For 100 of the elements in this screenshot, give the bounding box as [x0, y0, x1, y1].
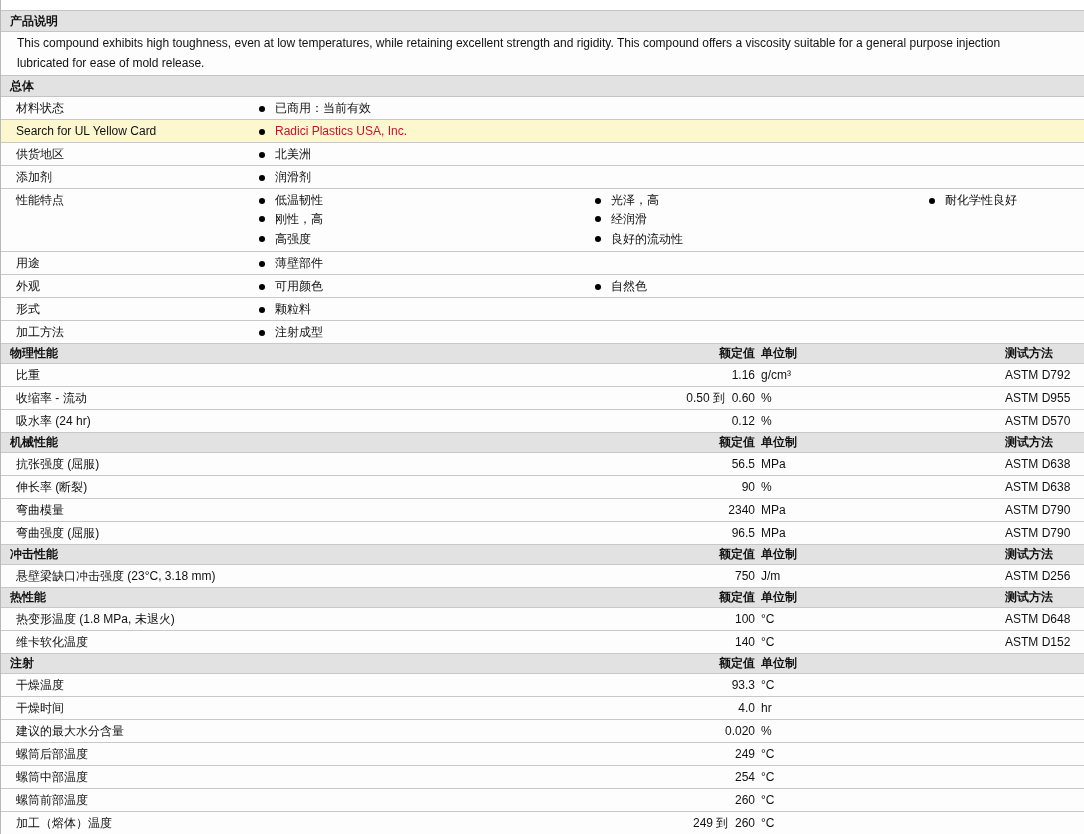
- bullet-icon: [595, 236, 601, 242]
- company-link[interactable]: Radici Plastics USA, Inc.: [275, 123, 408, 140]
- property-label: 用途: [15, 255, 41, 272]
- unit-cell-text: °C: [760, 793, 776, 807]
- column-header: 单位制: [760, 655, 798, 672]
- property-name: 螺筒中部温度: [15, 768, 89, 786]
- property-label: 形式: [15, 301, 41, 318]
- unit-cell-text: MPa: [760, 457, 787, 471]
- column-header: 额定值: [718, 589, 755, 606]
- unit-cell-text: °C: [760, 770, 776, 784]
- column-header: 单位制: [760, 345, 798, 362]
- value-cell-text: 2340: [727, 503, 755, 517]
- bullet-icon: [259, 151, 265, 158]
- description-text: lubricated for ease of mold release.: [17, 55, 206, 72]
- value-cell-text: 260: [733, 793, 755, 807]
- bullet-icon: [595, 216, 601, 222]
- section-title: 产品说明: [10, 12, 58, 30]
- bullet-icon: [595, 197, 601, 204]
- test-method-cell-text: ASTM D790: [1005, 503, 1072, 517]
- property-value: 低温韧性: [275, 192, 323, 209]
- property-name: 干燥时间: [15, 699, 65, 717]
- section-title: 热性能: [9, 589, 47, 606]
- test-method-cell-text: ASTM D638: [1005, 480, 1072, 494]
- column-header: 额定值: [718, 434, 755, 451]
- value-cell-text: 750: [733, 569, 755, 583]
- property-name: 吸水率 (24 hr): [15, 412, 92, 430]
- section-title: 总体: [10, 77, 34, 95]
- property-name: 悬壁梁缺口冲击强度 (23°C, 3.18 mm): [15, 567, 217, 585]
- property-name: 弯曲强度 (屈服): [15, 524, 101, 542]
- value-cell-text: 96.5: [730, 526, 755, 540]
- property-value: 颗粒料: [275, 301, 311, 318]
- bullet-icon: [595, 283, 601, 290]
- property-name: 抗张强度 (屈服): [15, 455, 101, 473]
- property-name: 伸长率 (断裂): [15, 478, 89, 496]
- property-value: 北美洲: [275, 146, 311, 163]
- bullet-icon: [259, 329, 265, 336]
- test-method-cell-text: ASTM D790: [1005, 526, 1072, 540]
- test-method-cell-text: ASTM D570: [1005, 414, 1072, 428]
- value-cell-text: 249 到 260: [691, 814, 755, 832]
- unit-cell-text: °C: [760, 816, 776, 830]
- property-name: 螺筒前部温度: [15, 791, 89, 809]
- unit-cell-text: hr: [760, 701, 773, 715]
- bullet-icon: [929, 197, 935, 204]
- property-value: 光泽，高: [611, 192, 659, 209]
- property-value: 高强度: [275, 231, 311, 248]
- bullet-icon: [259, 216, 265, 222]
- property-value: 良好的流动性: [611, 231, 683, 248]
- test-method-cell-text: ASTM D256: [1005, 569, 1072, 583]
- test-method-cell-text: ASTM D638: [1005, 457, 1072, 471]
- bullet-icon: [259, 174, 265, 181]
- property-value: 注射成型: [275, 324, 323, 341]
- property-name: 收缩率 - 流动: [15, 389, 88, 407]
- unit-cell-text: °C: [760, 747, 776, 761]
- section-title: 注射: [9, 655, 35, 672]
- property-name: 维卡软化温度: [15, 633, 89, 651]
- value-cell-text: 0.020: [723, 724, 755, 738]
- property-label: 性能特点: [15, 192, 65, 209]
- value-cell-text: 254: [733, 770, 755, 784]
- property-label: 添加剂: [15, 169, 53, 186]
- column-header: 额定值: [718, 345, 755, 362]
- property-value: 润滑剂: [275, 169, 311, 186]
- description-text: This compound exhibits high toughness, even at low temperatures, while retaining excellent strength and rigidity. This compound offers a viscosity suitable for a general purpose injection: [17, 35, 1002, 52]
- unit-cell-text: J/m: [760, 569, 782, 583]
- test-method-cell-text: ASTM D955: [1005, 391, 1072, 405]
- value-cell-text: 90: [740, 480, 755, 494]
- unit-cell-text: %: [760, 414, 773, 428]
- property-value: 可用颜色: [275, 278, 323, 295]
- test-method-cell-text: ASTM D152: [1005, 635, 1072, 649]
- value-cell-text: 0.50 到 0.60: [685, 389, 755, 407]
- column-header: 单位制: [760, 589, 798, 606]
- column-header: 额定值: [718, 655, 755, 672]
- property-value: 薄壁部件: [275, 255, 323, 272]
- column-header: 测试方法: [1005, 546, 1054, 563]
- unit-cell-text: °C: [760, 678, 776, 692]
- column-header: 测试方法: [1005, 345, 1054, 362]
- unit-cell-text: MPa: [760, 526, 787, 540]
- unit-cell-text: °C: [760, 612, 776, 626]
- column-header: 单位制: [760, 434, 798, 451]
- property-value: 刚性，高: [275, 211, 323, 228]
- value-cell-text: 93.3: [730, 678, 755, 692]
- property-name: 干燥温度: [15, 676, 65, 694]
- column-header: 额定值: [718, 546, 755, 563]
- value-cell-text: 56.5: [730, 457, 755, 471]
- bullet-icon: [259, 236, 265, 242]
- section-title: 冲击性能: [9, 546, 59, 563]
- property-label: 材料状态: [15, 100, 65, 117]
- property-label: Search for UL Yellow Card: [15, 123, 158, 140]
- value-cell-text: 249: [733, 747, 755, 761]
- property-label: 外观: [15, 278, 41, 295]
- test-method-cell-text: ASTM D648: [1005, 612, 1072, 626]
- property-name: 比重: [15, 366, 41, 384]
- value-cell-text: 140: [733, 635, 755, 649]
- value-cell-text: 4.0: [737, 701, 755, 715]
- column-header: 单位制: [760, 546, 798, 563]
- value-cell-text: 0.12: [730, 414, 755, 428]
- property-value: 已商用：当前有效: [275, 100, 371, 117]
- value-cell-text: 1.16: [730, 368, 755, 382]
- unit-cell-text: g/cm³: [760, 368, 792, 382]
- property-name: 建议的最大水分含量: [15, 722, 125, 740]
- unit-cell-text: %: [760, 480, 773, 494]
